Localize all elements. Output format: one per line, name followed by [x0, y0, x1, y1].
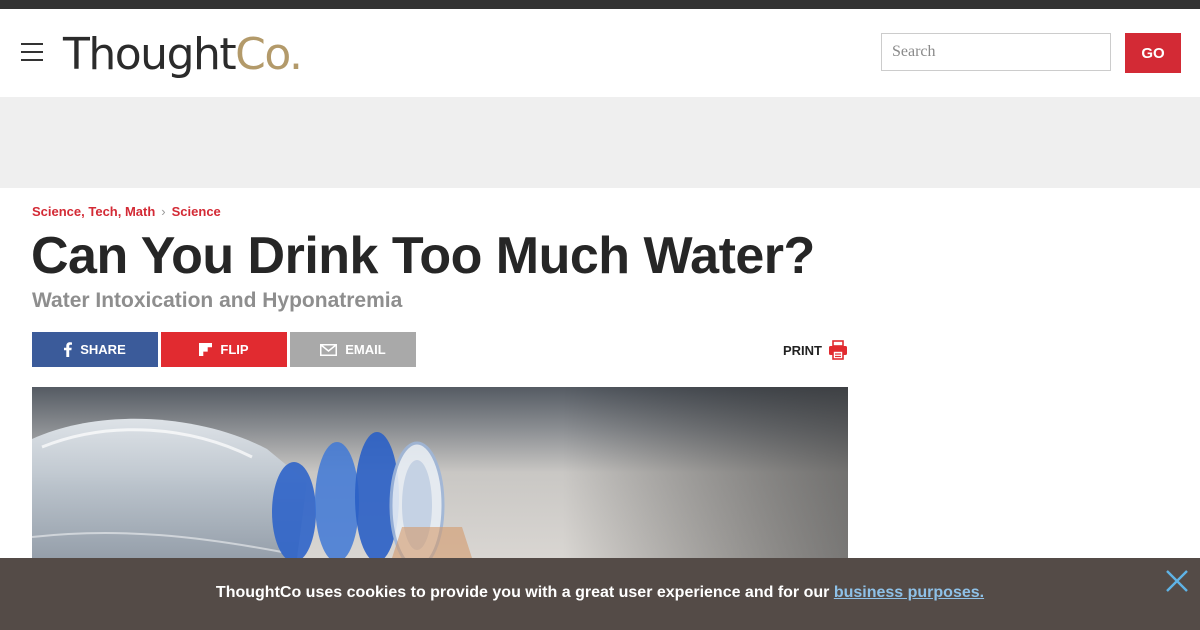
print-label: PRINT	[783, 342, 822, 358]
share-flipboard-button[interactable]: FLIP	[161, 332, 287, 367]
flip-label: FLIP	[220, 342, 249, 357]
page-title: Can You Drink Too Much Water?	[31, 227, 815, 285]
flipboard-icon	[199, 343, 213, 356]
water-bottle-image	[32, 387, 848, 558]
page-subtitle: Water Intoxication and Hyponatremia	[32, 289, 403, 312]
email-label: EMAIL	[345, 342, 386, 357]
cookie-banner: ThoughtCo uses cookies to provide you wi…	[0, 558, 1200, 630]
ad-banner-area	[0, 97, 1200, 188]
site-logo[interactable]: ThoughtCo.	[63, 27, 303, 83]
breadcrumb: Science, Tech, Math › Science	[32, 204, 221, 219]
share-facebook-button[interactable]: SHARE	[32, 332, 158, 367]
hero-image	[32, 387, 848, 558]
search-input[interactable]	[881, 33, 1111, 71]
facebook-icon	[64, 342, 73, 357]
printer-icon	[829, 340, 847, 360]
share-email-button[interactable]: EMAIL	[290, 332, 416, 367]
menu-icon[interactable]	[21, 43, 43, 61]
site-header: ThoughtCo. GO	[0, 9, 1200, 97]
business-purposes-link[interactable]: business purposes.	[834, 584, 984, 601]
print-button[interactable]: PRINT	[783, 340, 848, 360]
close-icon[interactable]	[1165, 569, 1189, 593]
breadcrumb-separator: ›	[161, 204, 166, 219]
breadcrumb-item-science-tech-math[interactable]: Science, Tech, Math	[32, 204, 155, 219]
top-strip	[0, 0, 1200, 9]
search-go-button[interactable]: GO	[1125, 33, 1181, 73]
cookie-text: ThoughtCo uses cookies to provide you wi…	[215, 584, 834, 601]
cookie-message: ThoughtCo uses cookies to provide you wi…	[0, 584, 1200, 602]
breadcrumb-item-science[interactable]: Science	[172, 204, 221, 219]
email-icon	[320, 343, 338, 356]
logo-text-co: Co.	[235, 29, 303, 80]
share-label: SHARE	[80, 342, 126, 357]
logo-text-thought: Thought	[63, 29, 237, 80]
